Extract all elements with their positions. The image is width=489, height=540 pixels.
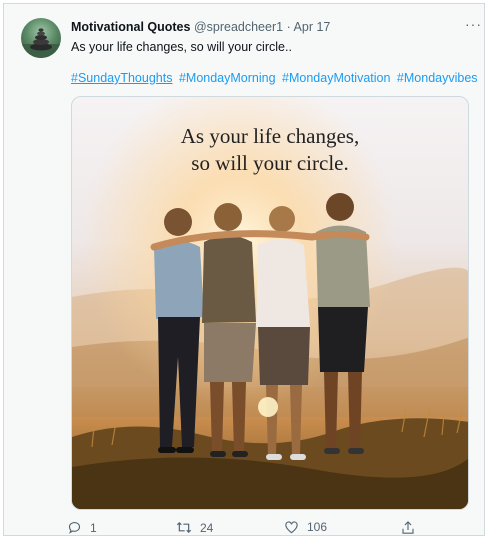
- tweet-date[interactable]: Apr 17: [294, 20, 331, 34]
- avatar[interactable]: [21, 18, 61, 58]
- like-count: 106: [307, 520, 328, 534]
- quote-line: As your life changes,: [180, 124, 360, 148]
- hashtag-list: #SundayThoughts #MondayMorning #MondayMo…: [71, 71, 481, 85]
- hashtag-link[interactable]: #SundayThoughts: [71, 71, 172, 85]
- hashtag-link[interactable]: #MondayMotivation: [282, 71, 390, 85]
- display-name[interactable]: Motivational Quotes: [71, 20, 190, 34]
- reply-count: 1: [90, 520, 97, 535]
- user-handle[interactable]: @spreadcheer1: [194, 20, 283, 34]
- retweet-button[interactable]: 24: [176, 520, 213, 535]
- like-button[interactable]: 106: [284, 520, 327, 534]
- hashtag-link[interactable]: #Mondayvibes: [397, 71, 478, 85]
- reply-icon: [68, 521, 81, 534]
- tweet-card[interactable]: Motivational Quotes @spreadcheer1 · Apr …: [3, 3, 485, 536]
- separator: ·: [286, 20, 291, 34]
- share-icon: [402, 521, 414, 534]
- reply-button[interactable]: 1: [67, 520, 97, 535]
- quote-line: so will your circle.: [191, 151, 349, 175]
- like-icon: [285, 521, 298, 534]
- share-button[interactable]: [401, 520, 415, 535]
- tweet-image[interactable]: As your life changes, so will your circl…: [71, 96, 469, 510]
- retweet-count: 24: [200, 520, 214, 535]
- image-quote-text: As your life changes, so will your circl…: [72, 123, 468, 177]
- tweet-text: As your life changes, so will your circl…: [71, 40, 292, 54]
- tweet-header: Motivational Quotes @spreadcheer1 · Apr …: [71, 20, 330, 34]
- more-options-icon[interactable]: ···: [465, 16, 482, 32]
- hashtag-link[interactable]: #MondayMorning: [179, 71, 276, 85]
- retweet-icon: [176, 521, 192, 534]
